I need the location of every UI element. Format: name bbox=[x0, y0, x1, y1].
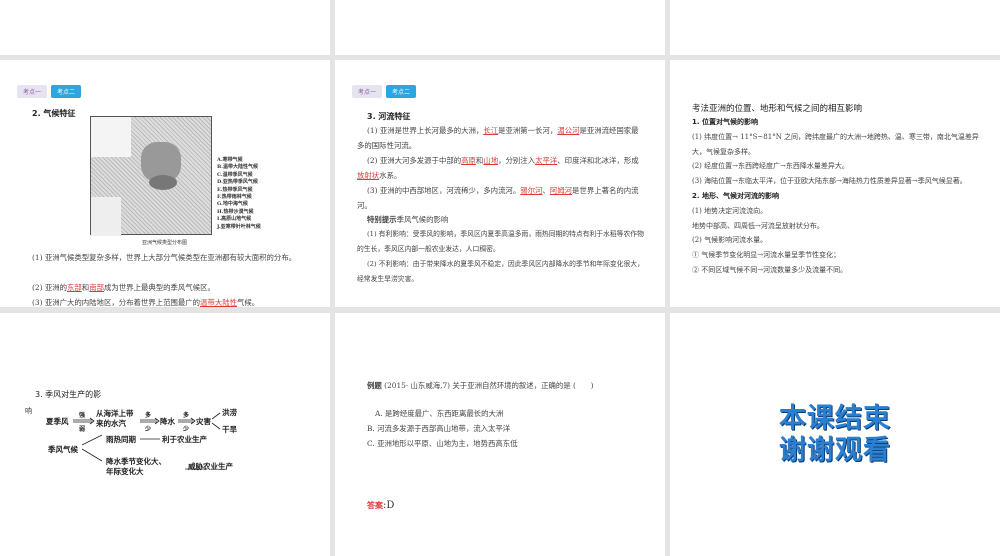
label-weak: 弱 bbox=[79, 426, 86, 433]
slide-river: 考点一 考点二 3. 河流特征 (1) 亚洲是世界上长河最多的大洲，长江是亚洲第一… bbox=[335, 60, 665, 307]
node-monsoon-climate: 季风气候 bbox=[48, 445, 78, 454]
node-variability: 降水季节变化大、 年际变化大 bbox=[106, 457, 166, 476]
label-less-2: 少 bbox=[183, 426, 190, 433]
map-caption: 亚洲气候类型分布图 bbox=[142, 240, 188, 246]
paragraph-1: (1) 亚洲气候类型复杂多样，世界上大部分气候类型在亚洲都有较大面积的分布。 bbox=[32, 253, 297, 262]
answer: 答案:D bbox=[367, 500, 395, 511]
node-rain-heat-sync: 雨热同期 bbox=[106, 435, 136, 444]
slide-example: 例题 (2015· 山东威海,7) 关于亚洲自然环境的叙述，正确的是 ( ) A… bbox=[335, 313, 665, 556]
tip-1: (1) 有利影响：受季风的影响，季风区内夏季高温多雨，雨热同期的特点有利于水稻等… bbox=[357, 230, 644, 253]
option-b: B. 河流多发源于西部高山地带，流入太平洋 bbox=[367, 424, 511, 433]
method-body: 1. 位置对气候的影响 (1) 纬度位置→ 11°S~81°N 之间，跨纬度最广… bbox=[692, 118, 979, 274]
tab-kaodian-2[interactable]: 考点二 bbox=[386, 85, 417, 98]
slide-top-left bbox=[0, 0, 330, 55]
node-vapor: 从海洋上带 来的水汽 bbox=[96, 409, 134, 428]
tip-2: (2) 不利影响：由于带来降水的夏季风不稳定，因此季风区内部降水的季节和年际变化… bbox=[357, 260, 644, 283]
node-beneficial: 利于农业生产 bbox=[162, 435, 207, 444]
paragraph-3: (3) 亚洲的中西部地区，河流稀少，多内流河。锡尔河、阿姆河是世界上著名的内流河… bbox=[357, 186, 639, 210]
slide-climate: 考点一 考点二 2. 气候特征 A.寒带气候 B.温带大陆性气候 C.温带季风气候 D.… bbox=[0, 60, 330, 307]
slide-title: 考法亚洲的位置、地形和气候之间的相互影响 bbox=[692, 104, 863, 114]
tab-kaodian-1[interactable]: 考点一 bbox=[352, 85, 383, 98]
asia-climate-map bbox=[90, 116, 212, 236]
slide-top-right bbox=[670, 0, 1000, 55]
option-c: C. 亚洲地形以平原、山地为主，地势西高东低 bbox=[367, 439, 518, 448]
tab-kaodian-2[interactable]: 考点二 bbox=[51, 85, 82, 98]
node-rain: 降水 bbox=[160, 417, 175, 426]
option-a: A. 是跨经度最广、东西距离最长的大洲 bbox=[375, 409, 504, 418]
label-less: 少 bbox=[145, 426, 152, 433]
paragraph-1: (1) 亚洲是世界上长河最多的大洲，长江是亚洲第一长河，湄公河是亚洲流经国家最多… bbox=[357, 126, 639, 150]
paragraph-2: (2) 亚洲大河多发源于中部的高原和山地，分别注入太平洋、印度洋和北冰洋，形成放… bbox=[357, 156, 639, 180]
map-legend: A.寒带气候 B.温带大陆性气候 C.温带季风气候 D.亚热带季风气候 E.热带季风气候… bbox=[217, 157, 261, 230]
node-drought: 干旱 bbox=[222, 425, 237, 434]
label-more-2: 多 bbox=[183, 412, 190, 419]
label-more: 多 bbox=[145, 412, 152, 419]
slide-method: 考法亚洲的位置、地形和气候之间的相互影响 1. 位置对气候的影响 (1) 纬度位… bbox=[670, 60, 1000, 307]
question: 例题 (2015· 山东威海,7) 关于亚洲自然环境的叙述，正确的是 ( ) bbox=[367, 381, 594, 390]
paragraph-3: (3) 亚洲广大的内陆地区，分布着世界上范围最广的温带大陆性气候。 bbox=[32, 298, 260, 307]
paragraph-2: (2) 亚洲的东部和南部成为世界上最典型的季风气候区。 bbox=[32, 283, 215, 292]
tab-kaodian-1[interactable]: 考点一 bbox=[17, 85, 48, 98]
slide-top-middle bbox=[335, 0, 665, 55]
end-line-2: 谢谢观看 bbox=[779, 434, 891, 466]
node-threat: 威胁农业生产 bbox=[188, 462, 233, 471]
slide-monsoon: 3. 季风对生产的影 响 夏季风 强 弱 从海洋上带 来的水汽 多 少 降水 多 … bbox=[0, 313, 330, 556]
slide-end: 本课结束 谢谢观看 bbox=[670, 313, 1000, 556]
node-disaster: 灾害 bbox=[196, 417, 211, 426]
tip-heading: 特别提示季风气候的影响 bbox=[367, 215, 449, 224]
end-line-1: 本课结束 bbox=[779, 402, 891, 434]
label-strong: 强 bbox=[79, 412, 86, 419]
node-summer-monsoon: 夏季风 bbox=[46, 417, 69, 426]
section-heading: 2. 气候特征 bbox=[32, 109, 76, 118]
node-flood: 洪涝 bbox=[222, 408, 237, 417]
section-heading: 3. 河流特征 bbox=[367, 112, 411, 121]
